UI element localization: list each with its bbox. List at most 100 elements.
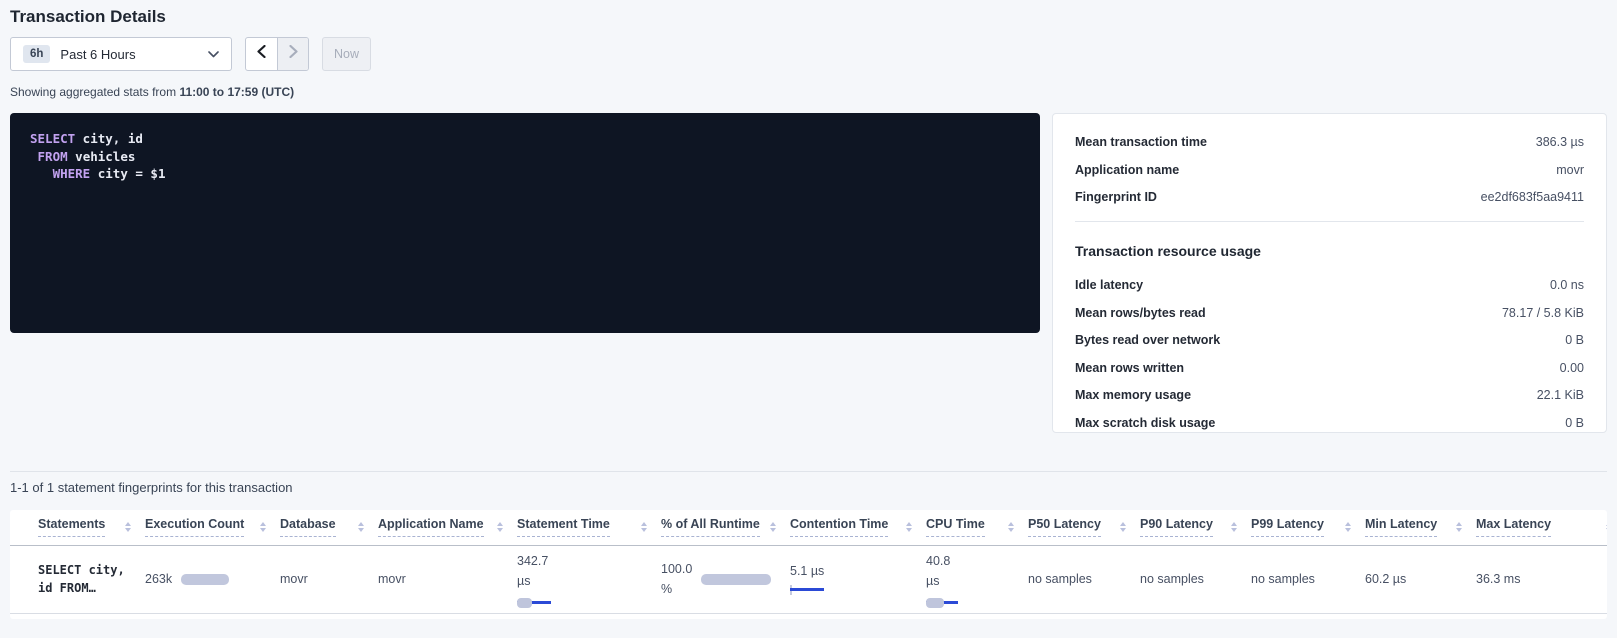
previous-time-window-button[interactable] — [246, 38, 277, 70]
summary-label: Mean transaction time — [1075, 135, 1207, 149]
column-header-min-latency[interactable]: Min Latency — [1365, 510, 1476, 545]
sort-icon — [1456, 522, 1462, 532]
column-header-max-latency[interactable]: Max Latency — [1476, 510, 1607, 545]
resource-value: 22.1 KiB — [1537, 388, 1584, 402]
sort-icon — [770, 522, 776, 532]
now-button[interactable]: Now — [322, 37, 371, 71]
cpu-time-bar — [926, 598, 972, 608]
sql-statement-box: SELECT city, id FROM vehicles WHERE city… — [10, 113, 1040, 333]
fingerprints-caption: 1-1 of 1 statement fingerprints for this… — [10, 480, 1607, 495]
statements-table: Statements Execution Count Database Appl… — [10, 510, 1607, 614]
sort-icon — [358, 522, 364, 532]
column-header-cpu-time[interactable]: CPU Time — [926, 510, 1028, 545]
runtime-pct-cell: 100.0 % — [661, 545, 790, 613]
summary-value: movr — [1556, 163, 1584, 177]
summary-value: ee2df683f5aa9411 — [1481, 190, 1584, 204]
statement-time-cell: 342.7 µs — [517, 545, 661, 613]
execution-count-cell: 263k — [145, 545, 280, 613]
chevron-right-icon — [289, 45, 298, 63]
resource-row: Max scratch disk usage 0 B — [1075, 416, 1584, 430]
sort-icon — [1345, 522, 1351, 532]
sort-icon — [906, 522, 912, 532]
summary-divider — [1075, 221, 1584, 222]
aggregated-stats-range: 11:00 to 17:59 (UTC) — [179, 85, 294, 99]
sql-line: SELECT city, id — [30, 130, 1020, 148]
sort-icon — [641, 522, 647, 532]
column-header-database[interactable]: Database — [280, 510, 378, 545]
sort-icon — [1120, 522, 1126, 532]
summary-label: Application name — [1075, 163, 1179, 177]
column-header-statement-time[interactable]: Statement Time — [517, 510, 661, 545]
time-range-badge: 6h — [23, 45, 50, 63]
transaction-summary-card: Mean transaction time 386.3 µs Applicati… — [1052, 113, 1607, 433]
statement-row: SELECT city, id FROM… 263k movr movr 342… — [10, 545, 1607, 613]
p99-latency-cell: no samples — [1251, 545, 1365, 613]
resource-label: Max scratch disk usage — [1075, 416, 1215, 430]
resource-row: Mean rows/bytes read 78.17 / 5.8 KiB — [1075, 306, 1584, 320]
page-title: Transaction Details — [10, 7, 1607, 27]
statement-link[interactable]: SELECT city, id FROM… — [10, 545, 145, 613]
sql-line: FROM vehicles — [30, 148, 1020, 166]
resource-value: 0 B — [1565, 333, 1584, 347]
summary-row: Application name movr — [1075, 163, 1584, 177]
execution-count-bar — [181, 574, 229, 585]
sql-line: WHERE city = $1 — [30, 165, 1020, 183]
section-divider — [10, 471, 1607, 472]
table-header-row: Statements Execution Count Database Appl… — [10, 510, 1607, 545]
chevron-left-icon — [257, 45, 266, 63]
time-controls: 6h Past 6 Hours Now — [10, 37, 1607, 71]
sort-icon — [497, 522, 503, 532]
resource-row: Mean rows written 0.00 — [1075, 361, 1584, 375]
min-latency-cell: 60.2 µs — [1365, 545, 1476, 613]
time-range-label: Past 6 Hours — [60, 47, 198, 62]
summary-label: Fingerprint ID — [1075, 190, 1157, 204]
aggregated-stats-caption: Showing aggregated stats from 11:00 to 1… — [10, 85, 1607, 99]
contention-time-bar — [790, 585, 836, 595]
resource-row: Max memory usage 22.1 KiB — [1075, 388, 1584, 402]
database-cell: movr — [280, 545, 378, 613]
p50-latency-cell: no samples — [1028, 545, 1140, 613]
sort-icon — [260, 522, 266, 532]
summary-row: Fingerprint ID ee2df683f5aa9411 — [1075, 190, 1584, 204]
column-header-runtime-pct[interactable]: % of All Runtime — [661, 510, 790, 545]
cpu-time-cell: 40.8 µs — [926, 545, 1028, 613]
sort-icon — [1231, 522, 1237, 532]
statements-table-card: Statements Execution Count Database Appl… — [10, 510, 1607, 619]
application-name-cell: movr — [378, 545, 517, 613]
column-header-contention-time[interactable]: Contention Time — [790, 510, 926, 545]
time-window-pager — [245, 37, 309, 71]
column-header-p90-latency[interactable]: P90 Latency — [1140, 510, 1251, 545]
resource-label: Bytes read over network — [1075, 333, 1220, 347]
sort-icon — [1008, 522, 1014, 532]
column-header-application-name[interactable]: Application Name — [378, 510, 517, 545]
column-header-p99-latency[interactable]: P99 Latency — [1251, 510, 1365, 545]
column-header-execution-count[interactable]: Execution Count — [145, 510, 280, 545]
summary-row: Mean transaction time 386.3 µs — [1075, 135, 1584, 149]
transaction-details-page: Transaction Details 6h Past 6 Hours Now … — [0, 7, 1617, 619]
statement-time-bar — [517, 598, 563, 608]
resource-usage-heading: Transaction resource usage — [1075, 243, 1584, 259]
resource-row: Idle latency 0.0 ns — [1075, 278, 1584, 292]
column-header-p50-latency[interactable]: P50 Latency — [1028, 510, 1140, 545]
resource-label: Mean rows written — [1075, 361, 1184, 375]
max-latency-cell: 36.3 ms — [1476, 545, 1607, 613]
resource-value: 0.0 ns — [1550, 278, 1584, 292]
summary-value: 386.3 µs — [1536, 135, 1584, 149]
contention-time-cell: 5.1 µs — [790, 545, 926, 613]
resource-label: Mean rows/bytes read — [1075, 306, 1206, 320]
resource-row: Bytes read over network 0 B — [1075, 333, 1584, 347]
column-header-statements[interactable]: Statements — [10, 510, 145, 545]
p90-latency-cell: no samples — [1140, 545, 1251, 613]
resource-value: 0.00 — [1560, 361, 1584, 375]
main-panels: SELECT city, id FROM vehicles WHERE city… — [10, 113, 1607, 433]
runtime-pct-bar — [701, 574, 771, 585]
sort-icon — [125, 522, 131, 532]
resource-value: 0 B — [1565, 416, 1584, 430]
resource-value: 78.17 / 5.8 KiB — [1502, 306, 1584, 320]
next-time-window-button[interactable] — [277, 38, 308, 70]
resource-label: Max memory usage — [1075, 388, 1191, 402]
resource-label: Idle latency — [1075, 278, 1143, 292]
time-range-dropdown[interactable]: 6h Past 6 Hours — [10, 37, 232, 71]
sort-icon — [1606, 522, 1607, 532]
chevron-down-icon — [208, 45, 219, 63]
